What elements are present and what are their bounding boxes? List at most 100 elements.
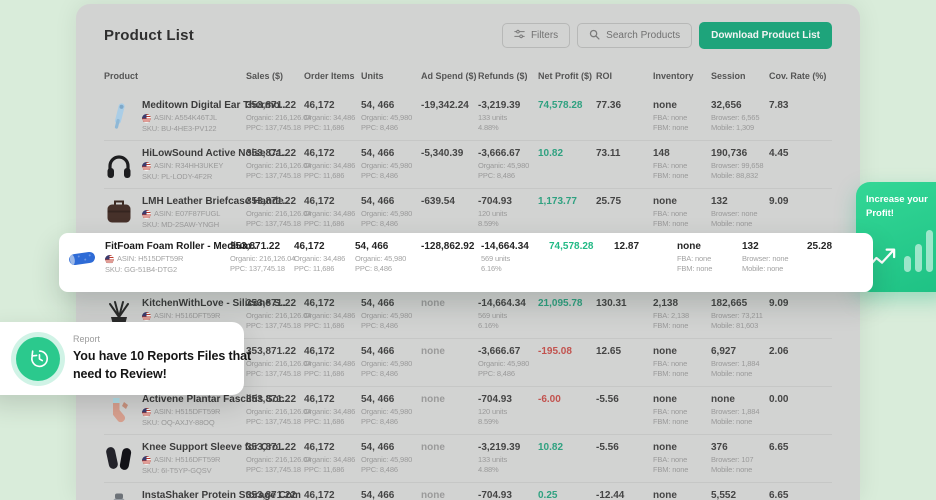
product-asin: ASIN: E07F87FUGL (154, 209, 221, 218)
refunds-value: -3,219.39 (478, 100, 521, 111)
inventory-sub1: FBA: none (653, 359, 688, 368)
session-value: 132 (711, 196, 728, 207)
column-header: Sales ($) (246, 71, 284, 81)
order-items-cell: 46,172 Organic: 34,486 PPC: 11,686 (304, 298, 361, 338)
units-sub2: PPC: 8,486 (361, 219, 398, 229)
table-body: Meditown Digital Ear Thermo.. ASIN: A554… (104, 93, 832, 500)
session-sub1: Browser: none (742, 254, 789, 263)
ad-spend-cell: none (421, 298, 478, 338)
cov-rate-value: 25.28 (807, 241, 833, 252)
refunds-sub2: 6.16% (478, 321, 499, 331)
order-items-sub1: Organic: 34,486 (304, 113, 356, 122)
units-value: 54, 466 (355, 241, 389, 252)
sales-sub2: PPC: 137,745.18 (246, 417, 301, 427)
order-items-sub2: PPC: 11,686 (304, 369, 345, 379)
sales-cell: 353,871.22 Organic: 216,126.04 PPC: 137,74… (246, 298, 311, 338)
briefcase-icon (104, 196, 134, 230)
units-cell: 54, 466 Organic: 45,980 PPC: 8,486 (361, 148, 421, 188)
units-sub1: Organic: 45,980 (361, 359, 413, 368)
order-items-sub2: PPC: 11,686 (304, 321, 345, 331)
session-value: 32,656 (711, 100, 742, 111)
cov-rate-cell: 25.28 (807, 241, 857, 275)
table-row[interactable]: HiLowSound Active Noise Ca.. ASIN: R34HH… (104, 141, 832, 189)
refunds-sub2: PPC: 8,486 (478, 369, 515, 379)
inventory-cell: none FBA: none FBM: none (653, 196, 711, 236)
cov-rate-value: 4.45 (769, 148, 789, 159)
inventory-sub1: FBA: none (653, 407, 688, 416)
notification-message: You have 10 Reports Files that need to R… (73, 348, 252, 381)
session-cell: none Browser: 1,884 Mobile: none (711, 394, 769, 434)
order-items-value: 46,172 (304, 346, 335, 357)
column-header: Inventory (653, 71, 694, 81)
inventory-sub1: FBA: none (653, 161, 688, 170)
table-row[interactable]: LMH Leather Briefcase Hande.. ASIN: E07F… (104, 189, 832, 237)
session-sub1: Browser: 107 (711, 455, 754, 464)
net-profit-value: 74,578.28 (549, 241, 594, 252)
highlighted-row[interactable]: FitFoam Foam Roller - Medium.. ASIN: H51… (59, 233, 873, 292)
refunds-cell: -14,664.34 569 units 6.16% (481, 241, 549, 275)
notification-label: Report (73, 333, 101, 344)
sales-sub2: PPC: 137,745.18 (246, 321, 301, 331)
download-product-list-button[interactable]: Download Product List (699, 22, 832, 49)
refunds-cell: -3,666.67 Organic: 45,980 PPC: 8,486 (478, 346, 538, 386)
product-cell: FitFoam Foam Roller - Medium.. ASIN: H51… (67, 241, 257, 275)
badge-line2: Profit! (866, 208, 894, 220)
session-cell: 32,656 Browser: 6,565 Mobile: 1,309 (711, 100, 769, 140)
net-profit-cell: 10.82 (538, 148, 596, 188)
refunds-sub1: 120 units (478, 209, 508, 218)
sales-value: 353,871.22 (246, 196, 297, 207)
inventory-sub2: FBM: none (653, 219, 689, 229)
order-items-cell: 46,172 Organic: 34,486 PPC: 11,686 (304, 442, 361, 482)
inventory-value: none (653, 394, 677, 405)
refunds-sub1: 569 units (478, 311, 508, 320)
search-products-button[interactable]: Search Products (577, 23, 693, 48)
units-sub1: Organic: 45,980 (361, 455, 413, 464)
net-profit-cell: 0.25 (538, 490, 596, 500)
session-cell: 182,665 Browser: 73,211 Mobile: 81,603 (711, 298, 769, 338)
session-sub1: Browser: 73,211 (711, 311, 763, 320)
filters-button[interactable]: Filters (501, 23, 571, 48)
roi-cell: -5.56 (596, 442, 653, 482)
sales-value: 353,871.22 (246, 490, 297, 500)
inventory-cell: none FBA: none FBM: none (653, 394, 711, 434)
units-value: 54, 466 (361, 148, 395, 159)
cov-rate-cell: 6.65 (769, 490, 832, 500)
sales-sub2: PPC: 137,745.18 (230, 264, 285, 274)
search-icon (589, 29, 600, 43)
product-cell: Meditown Digital Ear Thermo.. ASIN: A554… (104, 100, 285, 140)
table-row[interactable]: Knee Support Sleeve for Cro.. ASIN: H516… (104, 435, 832, 483)
inventory-cell: none (653, 490, 711, 500)
inventory-sub2: FBM: none (653, 123, 689, 133)
download-label: Download Product List (711, 30, 820, 41)
units-cell: 54, 466 Organic: 45,980 PPC: 8,486 (361, 346, 421, 386)
order-items-value: 46,172 (304, 442, 335, 453)
session-value: 5,552 (711, 490, 737, 500)
table-row[interactable]: InstaShaker Protein Storage Com 353,871.… (104, 483, 832, 500)
order-items-sub1: Organic: 34,486 (304, 455, 356, 464)
roi-cell: 73.11 (596, 148, 653, 188)
ad-spend-value: none (421, 298, 445, 309)
refunds-sub2: 4.88% (478, 123, 499, 133)
report-notification-card[interactable]: Report You have 10 Reports Files that ne… (0, 322, 251, 395)
units-sub1: Organic: 45,980 (361, 311, 413, 320)
table-row[interactable]: Meditown Digital Ear Thermo.. ASIN: A554… (104, 93, 832, 141)
inventory-value: 148 (653, 148, 670, 159)
units-value: 54, 466 (361, 196, 395, 207)
refunds-sub2: 8.59% (478, 219, 499, 229)
session-cell: 132 Browser: none Mobile: none (742, 241, 807, 275)
order-items-value: 46,172 (304, 196, 335, 207)
highlighted-row-content: FitFoam Foam Roller - Medium.. ASIN: H51… (67, 241, 873, 275)
order-items-sub1: Organic: 34,486 (304, 407, 356, 416)
order-items-cell: 46,172 Organic: 34,486 PPC: 11,686 (304, 148, 361, 188)
session-sub2: Mobile: none (742, 264, 784, 274)
net-profit-value: -6.00 (538, 394, 561, 405)
order-items-cell: 46,172 Organic: 34,486 PPC: 11,686 (304, 394, 361, 434)
refunds-cell: -704.93 (478, 490, 538, 500)
inventory-sub2: FBM: none (653, 321, 689, 331)
us-flag-icon (142, 113, 151, 123)
session-sub2: Mobile: none (711, 465, 753, 475)
sales-sub2: PPC: 137,745.18 (246, 465, 301, 475)
refunds-cell: -704.93 120 units 8.59% (478, 196, 538, 236)
badge-text: Increase your Profit! (866, 193, 936, 222)
session-cell: 376 Browser: 107 Mobile: none (711, 442, 769, 482)
